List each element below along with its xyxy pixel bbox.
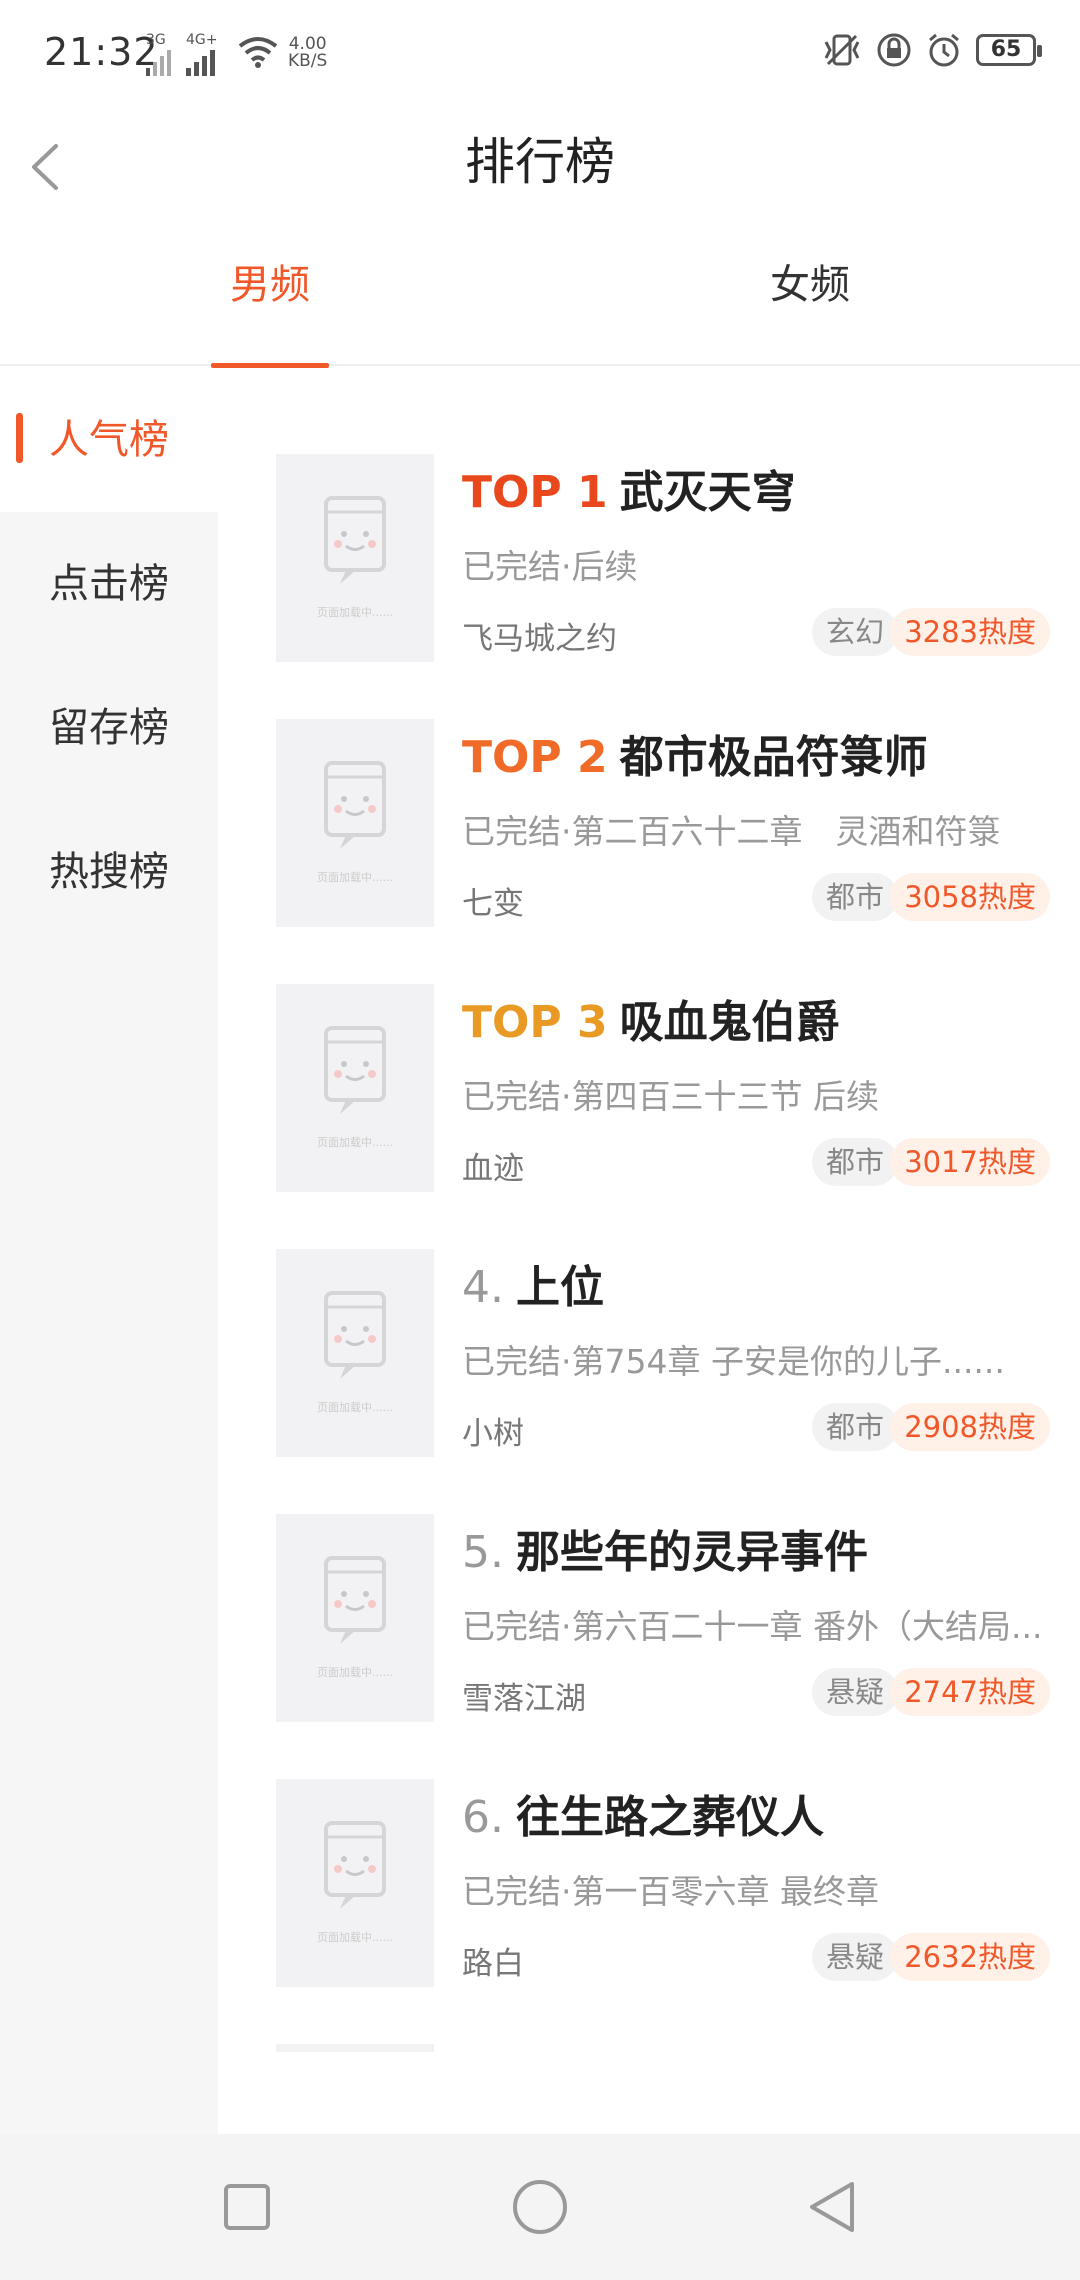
book-meta: 已完结·后续 [462, 547, 638, 586]
book-placeholder-icon [324, 1026, 386, 1114]
book-title[interactable]: TOP 2 都市极品符箓师 [462, 721, 928, 785]
sidebar-item-hot-search[interactable]: 热搜榜 [0, 800, 218, 944]
tab-female[interactable]: 女频 [660, 230, 960, 366]
list-item[interactable]: 页面加载中...... TOP 1 武灭天穹 已完结·后续 飞马城之约 玄幻 32… [218, 368, 1080, 662]
book-title[interactable]: 6. 往生路之葬仪人 [462, 1781, 824, 1845]
rank-label: 5. [462, 1527, 504, 1578]
sidebar-item-label: 点击榜 [49, 561, 169, 607]
cover-caption: 页面加载中...... [317, 871, 393, 884]
system-nav-bar [0, 2134, 1080, 2280]
cover-caption: 页面加载中...... [317, 1931, 393, 1944]
rank-label: TOP 2 [462, 732, 608, 783]
sidebar-item-clicks[interactable]: 点击榜 [0, 512, 218, 656]
book-placeholder-icon [324, 1821, 386, 1909]
list-item[interactable]: 页面加载中...... TOP 2 都市极品符箓师 已完结·第二百六十二章 灵酒和… [218, 633, 1080, 927]
battery-icon: 65 [976, 34, 1042, 66]
category-tag: 悬疑 [811, 1933, 898, 1981]
net-speed: 4.00 KB/S [288, 36, 327, 70]
tab-female-label: 女频 [770, 262, 850, 308]
book-title-text: 都市极品符箓师 [619, 732, 928, 783]
list-item[interactable]: 页面加载中...... 6. 往生路之葬仪人 已完结·第一百零六章 最终章 路白 … [218, 1693, 1080, 1987]
page-title: 排行榜 [465, 133, 615, 191]
heat-badge: 2632热度 [890, 1933, 1050, 1981]
recent-apps-button[interactable] [212, 2172, 282, 2242]
signal-4g-icon: 4G+ [186, 32, 218, 78]
book-title[interactable]: 5. 那些年的灵异事件 [462, 1516, 868, 1580]
book-title[interactable]: TOP 1 武灭天穹 [462, 456, 796, 520]
back-nav-button[interactable] [798, 2172, 868, 2242]
list-item[interactable]: 页面加载中...... 5. 那些年的灵异事件 已完结·第六百二十一章 番外（大结… [218, 1428, 1080, 1722]
book-title[interactable]: 4. 上位 [462, 1251, 604, 1315]
list-item[interactable]: 页面加载中...... 4. 上位 已完结·第754章 子安是你的儿子......… [218, 1163, 1080, 1457]
rank-label: TOP 3 [462, 997, 608, 1048]
book-cover[interactable]: 页面加载中...... [276, 719, 434, 927]
net-type-1: 3G [146, 32, 166, 48]
book-placeholder-icon [324, 1291, 386, 1379]
book-cover[interactable]: 页面加载中...... [276, 1514, 434, 1722]
cover-caption: 页面加载中...... [317, 1401, 393, 1414]
net-type-2: 4G+ [186, 32, 218, 48]
square-icon [224, 2184, 270, 2230]
book-list: 页面加载中...... TOP 1 武灭天穹 已完结·后续 飞马城之约 玄幻 32… [218, 368, 1080, 2134]
sidebar-item-label: 人气榜 [49, 417, 169, 463]
book-title-text: 上位 [515, 1262, 604, 1313]
circle-icon [513, 2180, 567, 2234]
book-cover[interactable]: 页面加载中...... [276, 1249, 434, 1457]
next-book-cover-partial [276, 2044, 434, 2052]
cover-caption: 页面加载中...... [317, 606, 393, 619]
book-author: 路白 [462, 1946, 524, 1982]
sidebar-active-indicator [16, 413, 23, 463]
rank-label: TOP 1 [462, 467, 608, 518]
status-bar: 21:32 3G 4G+ 4.00 KB/S 65 [0, 0, 1080, 110]
net-speed-unit: KB/S [288, 51, 328, 71]
book-cover[interactable]: 页面加载中...... [276, 984, 434, 1192]
book-meta: 已完结·第四百三十三节 后续 [462, 1077, 879, 1116]
status-time: 21:32 [44, 30, 159, 74]
book-meta: 已完结·第六百二十一章 番外（大结局... [462, 1607, 1043, 1646]
book-placeholder-icon [324, 496, 386, 584]
book-title[interactable]: TOP 3 吸血鬼伯爵 [462, 986, 840, 1050]
book-placeholder-icon [324, 761, 386, 849]
cover-caption: 页面加载中...... [317, 1136, 393, 1149]
rank-label: 6. [462, 1792, 504, 1843]
header: 排行榜 [0, 110, 1080, 240]
status-icons: 65 [822, 32, 1042, 68]
home-button[interactable] [505, 2172, 575, 2242]
cover-caption: 页面加载中...... [317, 1666, 393, 1679]
wifi-icon [238, 36, 278, 72]
tab-male[interactable]: 男频 [120, 230, 420, 368]
triangle-back-icon [810, 2182, 854, 2232]
sidebar-item-popular[interactable]: 人气榜 [0, 368, 218, 512]
tab-male-label: 男频 [230, 262, 310, 308]
book-meta: 已完结·第754章 子安是你的儿子...... [462, 1342, 1005, 1381]
alarm-icon [929, 33, 959, 67]
book-cover[interactable]: 页面加载中...... [276, 454, 434, 662]
book-title-text: 吸血鬼伯爵 [619, 997, 840, 1048]
sidebar-item-label: 留存榜 [49, 705, 169, 751]
book-placeholder-icon [324, 1556, 386, 1644]
ranking-sidebar: 人气榜 点击榜 留存榜 热搜榜 [0, 368, 218, 2134]
book-title-text: 武灭天穹 [619, 467, 796, 518]
lock-rotation-icon [877, 33, 911, 67]
book-meta: 已完结·第一百零六章 最终章 [462, 1872, 879, 1911]
book-cover[interactable]: 页面加载中...... [276, 1779, 434, 1987]
tab-bar: 男频 女频 [0, 230, 1080, 368]
book-title-text: 那些年的灵异事件 [515, 1527, 868, 1578]
rank-label: 4. [462, 1262, 504, 1313]
signal-3g-icon: 3G [146, 32, 172, 78]
sidebar-item-retention[interactable]: 留存榜 [0, 656, 218, 800]
sidebar-item-label: 热搜榜 [49, 849, 169, 895]
vibrate-icon [824, 34, 860, 66]
book-title-text: 往生路之葬仪人 [515, 1792, 824, 1843]
book-meta: 已完结·第二百六十二章 灵酒和符箓 [462, 812, 1001, 851]
list-item[interactable]: 页面加载中...... TOP 3 吸血鬼伯爵 已完结·第四百三十三节 后续 血迹… [218, 898, 1080, 1192]
